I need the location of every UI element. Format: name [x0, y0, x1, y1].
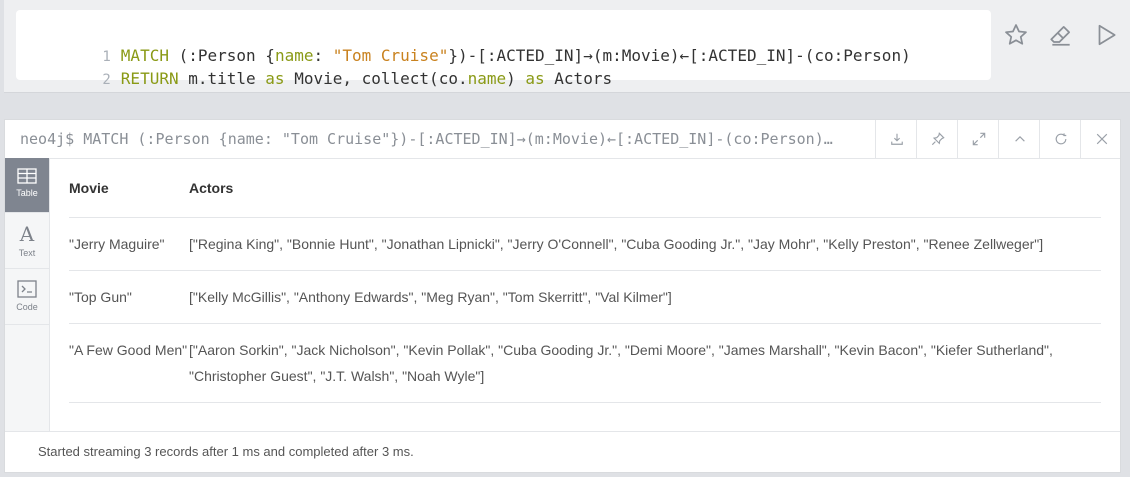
column-header-movie: Movie: [69, 158, 189, 218]
fullscreen-button[interactable]: [957, 120, 999, 158]
download-button[interactable]: [875, 120, 917, 158]
tab-label: Table: [16, 188, 38, 198]
result-table: Movie Actors "Jerry Maguire" ["Regina Ki…: [69, 158, 1101, 403]
column-header-actors: Actors: [189, 158, 1101, 218]
star-icon: [1005, 24, 1027, 45]
cell-actors: ["Regina King", "Bonnie Hunt", "Jonathan…: [189, 217, 1101, 271]
download-icon: [890, 133, 903, 145]
clear-editor-button[interactable]: [1045, 18, 1077, 52]
status-bar: Started streaming 3 records after 1 ms a…: [5, 431, 1120, 472]
keyword-return: RETURN: [120, 69, 179, 88]
cell-movie: "Jerry Maguire": [69, 217, 189, 271]
table-row: "Top Gun" ["Kelly McGillis", "Anthony Ed…: [69, 270, 1101, 324]
tab-table[interactable]: Table: [5, 158, 49, 213]
result-header: neo4j$ MATCH (:Person {name: "Tom Cruise…: [5, 120, 1120, 159]
status-text: Started streaming 3 records after 1 ms a…: [38, 444, 414, 459]
eraser-icon: [1050, 26, 1070, 46]
text-icon: A: [19, 224, 35, 244]
code-property: name: [467, 69, 507, 88]
tab-label: Code: [16, 302, 38, 312]
cell-movie: "Top Gun": [69, 270, 189, 324]
result-query-preview[interactable]: neo4j$ MATCH (:Person {name: "Tom Cruise…: [20, 120, 870, 158]
run-query-button[interactable]: [1090, 18, 1122, 52]
cell-movie: "A Few Good Men": [69, 323, 189, 403]
collapse-icon: [1014, 136, 1025, 142]
code-line-1[interactable]: 1 MATCH (:Person {name: "Tom Cruise"})-[:…: [16, 21, 910, 65]
code-text: Actors: [544, 69, 613, 88]
code-line-2[interactable]: 2 RETURN m.title as Movie, collect(co.nam…: [16, 44, 612, 88]
rerun-button[interactable]: [1039, 120, 1081, 158]
editor-frame: 1 MATCH (:Person {name: "Tom Cruise"})-[:…: [4, 0, 1130, 93]
code-text: m.title: [178, 69, 266, 88]
table-row: "A Few Good Men" ["Aaron Sorkin", "Jack …: [69, 323, 1101, 403]
keyword-as: as: [525, 69, 545, 88]
code-text: Movie, collect(co.: [284, 69, 468, 88]
result-view-tabs: Table A Text Code: [5, 158, 50, 432]
code-icon: [17, 280, 37, 298]
svg-text:A: A: [19, 224, 35, 244]
table-row: "Jerry Maguire" ["Regina King", "Bonnie …: [69, 217, 1101, 271]
expand-icon: [972, 132, 985, 146]
line-number: 2: [102, 72, 111, 88]
cell-actors: ["Aaron Sorkin", "Jack Nicholson", "Kevi…: [189, 323, 1101, 403]
pin-icon: [931, 132, 945, 146]
tab-code[interactable]: Code: [5, 270, 49, 325]
cell-actors: ["Kelly McGillis", "Anthony Edwards", "M…: [189, 270, 1101, 324]
play-icon: [1098, 24, 1116, 46]
table-icon: [17, 168, 37, 184]
favorite-button[interactable]: [1000, 18, 1032, 52]
collapse-button[interactable]: [998, 120, 1040, 158]
table-header-row: Movie Actors: [69, 158, 1101, 218]
tab-label: Text: [18, 248, 36, 258]
code-text: ): [506, 69, 526, 88]
tab-text[interactable]: A Text: [5, 214, 49, 269]
close-icon: [1096, 133, 1107, 145]
query-editor[interactable]: 1 MATCH (:Person {name: "Tom Cruise"})-[:…: [16, 10, 991, 88]
rerun-icon: [1055, 133, 1066, 145]
result-frame: neo4j$ MATCH (:Person {name: "Tom Cruise…: [4, 119, 1121, 473]
keyword-as: as: [265, 69, 285, 88]
close-result-button[interactable]: [1080, 120, 1122, 158]
result-table-container: Movie Actors "Jerry Maguire" ["Regina Ki…: [69, 158, 1101, 403]
pin-button[interactable]: [916, 120, 958, 158]
